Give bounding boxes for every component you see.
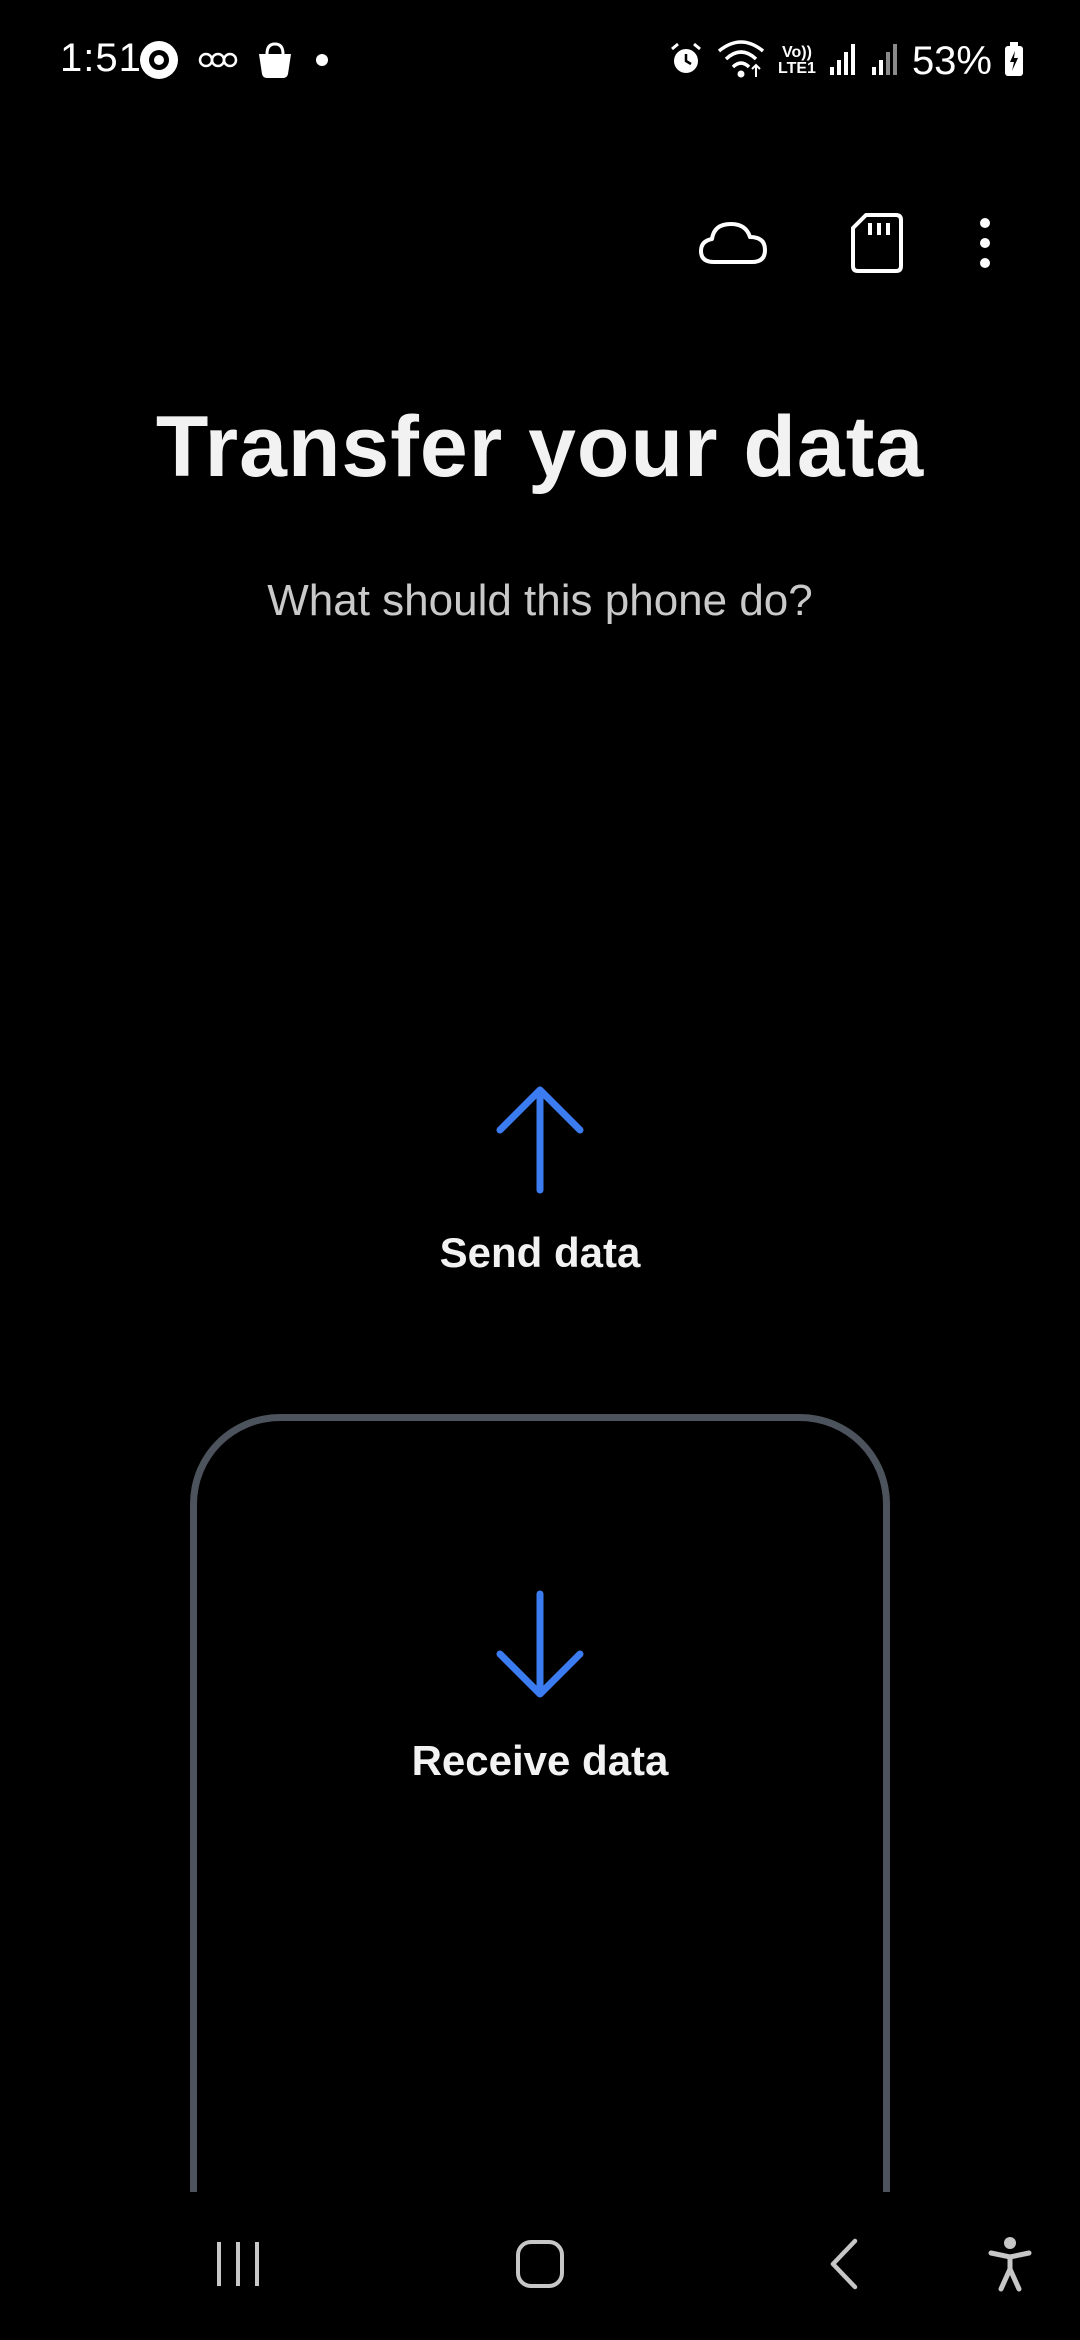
top-action-bar <box>0 200 1080 290</box>
accessibility-icon <box>988 2236 1032 2297</box>
signal-strength-icon-2 <box>870 41 900 82</box>
alarm-icon <box>668 41 704 82</box>
status-left-icons <box>138 38 332 86</box>
cloud-icon <box>698 218 768 273</box>
receive-data-label: Receive data <box>411 1737 669 1784</box>
send-data-option[interactable]: Send data <box>340 1080 740 1300</box>
back-button[interactable] <box>774 2192 914 2340</box>
signal-strength-icon <box>828 41 858 82</box>
more-options-button[interactable] <box>940 200 1030 290</box>
volte-icon: Vo)) LTE1 <box>778 44 816 77</box>
page-subtitle: What should this phone do? <box>267 576 813 625</box>
target-app-icon <box>138 39 180 86</box>
back-icon <box>827 2237 861 2296</box>
home-button[interactable] <box>470 2192 610 2340</box>
send-data-label: Send data <box>439 1229 641 1276</box>
recent-apps-icon <box>213 2240 263 2293</box>
dot-notification-icon <box>312 50 332 75</box>
wifi-icon <box>716 39 766 84</box>
sd-card-button[interactable] <box>832 200 922 290</box>
navigation-bar <box>0 2192 1080 2340</box>
sd-card-icon <box>850 212 904 279</box>
shopping-bag-icon <box>256 40 294 85</box>
battery-percent: 53% <box>911 38 992 83</box>
arrow-down-icon <box>492 1588 588 1709</box>
page-title: Transfer your data <box>155 399 925 495</box>
cloud-button[interactable] <box>688 200 778 290</box>
status-time: 1:51 <box>60 36 142 80</box>
recent-apps-button[interactable] <box>168 2192 308 2340</box>
accessibility-button[interactable] <box>940 2192 1080 2340</box>
receive-phone-outline[interactable] <box>190 1414 890 2274</box>
arrow-up-icon <box>492 1080 588 1201</box>
status-right-icons: Vo)) LTE1 53% <box>668 36 1024 86</box>
voicemail-icon <box>198 48 238 77</box>
more-options-icon <box>978 217 992 274</box>
battery-charging-icon <box>1004 41 1024 82</box>
home-icon <box>515 2239 565 2294</box>
receive-data-option[interactable]: Receive data <box>340 1588 740 1808</box>
